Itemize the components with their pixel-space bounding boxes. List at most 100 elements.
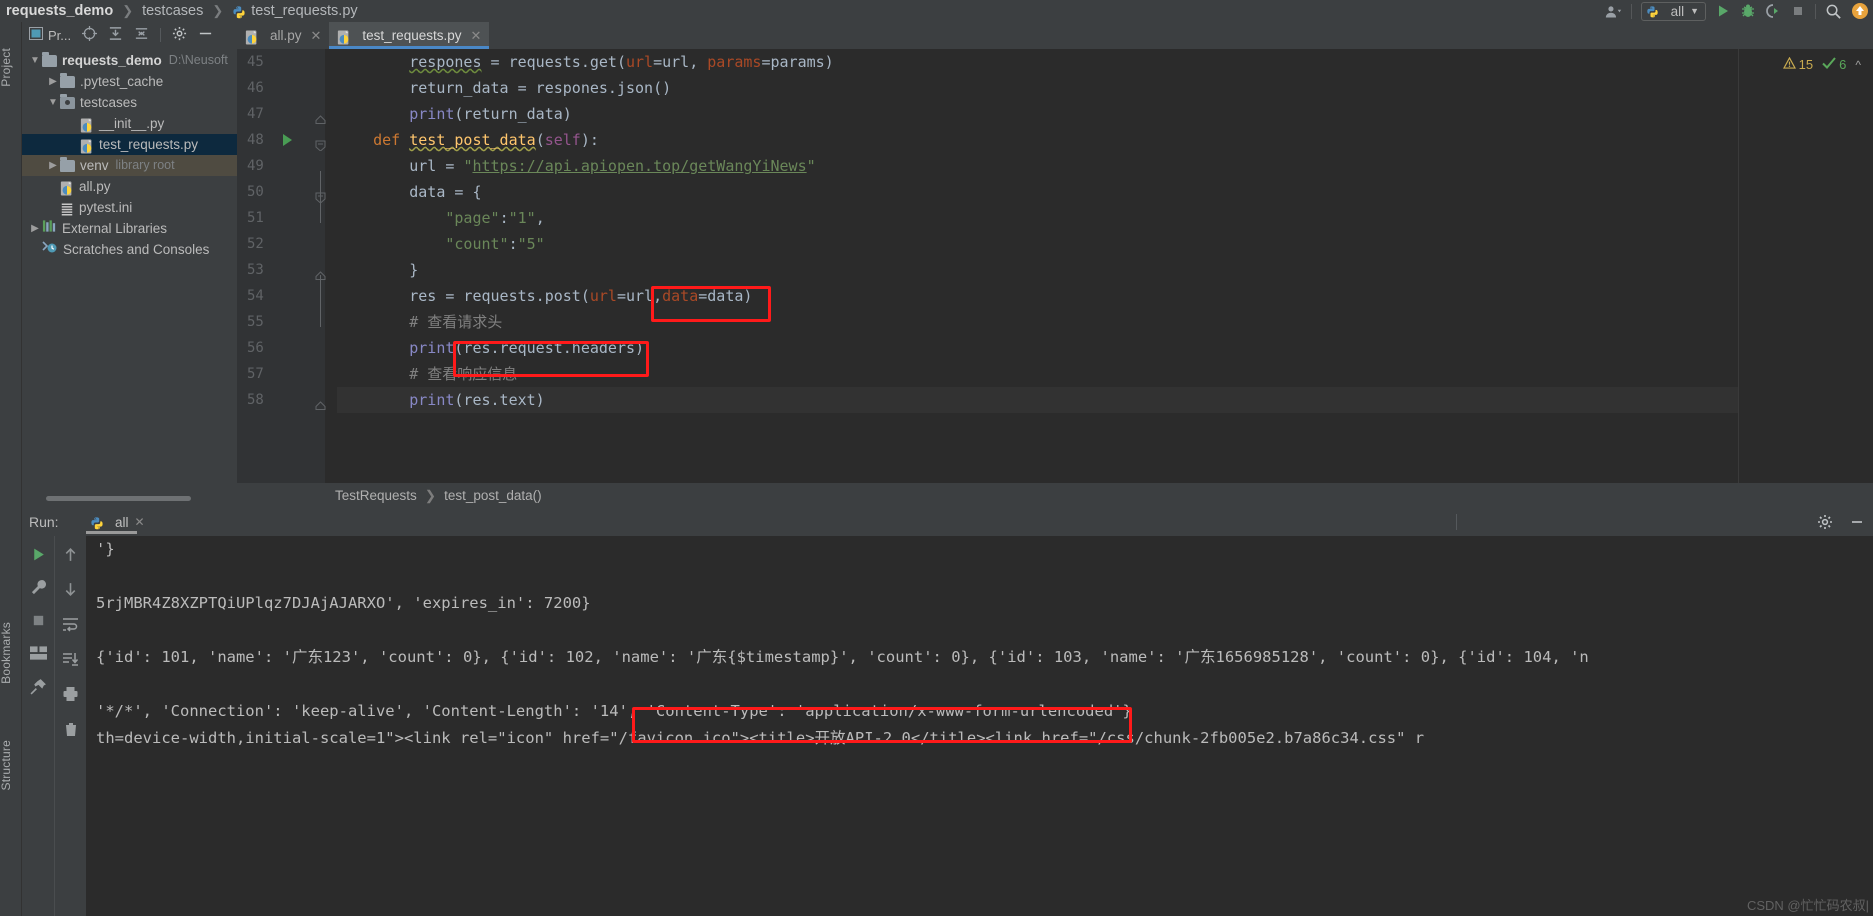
settings-wrench-icon[interactable] [28, 577, 48, 597]
run-icon[interactable] [1715, 3, 1731, 19]
hide-panel-icon[interactable] [198, 26, 213, 44]
scroll-down-icon[interactable] [61, 579, 81, 599]
chevron-down-icon[interactable]: ▼ [46, 92, 60, 113]
editor-breadcrumb: TestRequests ❯ test_post_data() [237, 483, 1873, 508]
hide-panel-icon[interactable] [1847, 512, 1867, 532]
tree-row[interactable]: ▶ External Libraries [22, 218, 237, 239]
divider [1815, 3, 1816, 19]
run-toolbar-primary [22, 536, 54, 916]
breadcrumb-folder[interactable]: testcases [142, 3, 203, 19]
clear-all-icon[interactable] [61, 719, 81, 739]
layout-icon[interactable] [28, 643, 48, 663]
chevron-down-icon[interactable]: ▼ [28, 50, 42, 71]
search-icon[interactable] [1825, 3, 1842, 20]
code-line-46: return_data = respones.json() [337, 79, 672, 97]
tree-item-path: D:\Neusoft [168, 53, 228, 67]
tree-row[interactable]: ▼ requests_demo D:\Neusoft [22, 50, 237, 71]
user-avatar-icon[interactable] [1605, 4, 1622, 19]
code-line-54: res = requests.post(url=url,data=data) [337, 287, 753, 305]
editor-inspection-pane: 15 6 ^ [1738, 49, 1873, 483]
chevron-right-icon[interactable]: ▶ [28, 218, 42, 239]
warning-count[interactable]: 15 [1782, 56, 1813, 72]
breadcrumb-file[interactable]: test_requests.py [251, 3, 357, 19]
soft-wrap-icon[interactable] [61, 614, 81, 634]
check-count[interactable]: 6 [1822, 57, 1846, 72]
run-test-gutter-icon[interactable] [283, 134, 292, 146]
tree-row[interactable]: all.py [22, 176, 237, 197]
pin-icon[interactable] [28, 676, 48, 696]
expand-all-icon[interactable] [108, 26, 123, 44]
editor-gutter[interactable]: 45 46 47 48 49 50 51 52 53 54 55 56 57 5… [237, 49, 326, 483]
line-number: 54 [247, 288, 264, 304]
breadcrumb-method[interactable]: test_post_data() [444, 488, 542, 503]
gear-icon[interactable] [172, 26, 187, 44]
close-icon[interactable]: ✕ [311, 28, 322, 44]
tree-row[interactable]: __init__.py [22, 113, 237, 134]
python-file-icon [60, 181, 74, 197]
ini-file-icon [60, 202, 74, 218]
line-number: 55 [247, 314, 264, 330]
breadcrumb-separator-icon: ❯ [212, 3, 224, 18]
chevron-down-icon[interactable]: ▼ [1690, 6, 1699, 16]
watermark: CSDN @忙忙码农叔| [1746, 898, 1869, 913]
project-tool-window: Pr... ▼ requests_demo D:\Neusoft ▶ .pyte… [22, 22, 237, 508]
sidebar-tab-structure[interactable]: Structure [0, 740, 21, 791]
run-configuration-selector[interactable]: all ▼ [1640, 1, 1706, 21]
sidebar-tab-bookmarks[interactable]: Bookmarks [0, 622, 21, 684]
chevron-right-icon[interactable]: ▶ [46, 155, 60, 176]
rerun-icon[interactable] [28, 544, 48, 564]
code-line-56: print(res.request.headers) [409, 339, 645, 357]
console-line: '} [96, 540, 115, 558]
tree-item-label: requests_demo [62, 53, 162, 68]
update-icon[interactable] [1851, 2, 1869, 20]
inspection-widget[interactable]: 15 6 ^ [1782, 56, 1861, 72]
tree-row[interactable]: ▶ .pytest_cache [22, 71, 237, 92]
code-editor[interactable]: 45 46 47 48 49 50 51 52 53 54 55 56 57 5… [237, 49, 1873, 483]
editor-code-area[interactable]: respones = requests.get(url=url, params=… [325, 49, 1873, 483]
tree-row[interactable]: Scratches and Consoles [22, 239, 237, 260]
close-icon[interactable]: ✕ [470, 28, 481, 44]
titlebar: requests_demo ❯ testcases ❯ test_request… [0, 0, 1873, 22]
project-panel-title-group[interactable]: Pr... [29, 27, 71, 43]
editor-tab-label: all.py [270, 28, 302, 43]
tree-row[interactable]: pytest.ini [22, 197, 237, 218]
print-icon[interactable] [61, 684, 81, 704]
scroll-to-end-icon[interactable] [61, 649, 81, 669]
tree-item-label: pytest.ini [79, 200, 133, 215]
check-icon [1822, 57, 1836, 72]
debug-icon[interactable] [1740, 3, 1756, 19]
stop-icon[interactable] [1790, 3, 1806, 19]
code-line-55: # 查看请求头 [409, 313, 503, 331]
run-config-label: all [1670, 3, 1685, 19]
line-number: 51 [247, 210, 264, 226]
project-tree: ▼ requests_demo D:\Neusoft ▶ .pytest_cac… [22, 48, 237, 260]
tree-row[interactable]: ▶ venv library root [22, 155, 237, 176]
editor-tab-all[interactable]: all.py ✕ [237, 22, 329, 49]
editor-tab-test-requests[interactable]: test_requests.py ✕ [329, 22, 490, 49]
stop-icon[interactable] [28, 610, 48, 630]
code-line-48: def test_post_data(self): [373, 131, 599, 149]
collapse-all-icon[interactable] [134, 26, 149, 44]
tree-item-label: testcases [80, 95, 138, 110]
editor-tab-bar: all.py ✕ test_requests.py ✕ [237, 22, 1873, 49]
coverage-icon[interactable] [1765, 3, 1781, 19]
chevron-right-icon[interactable]: ▶ [46, 71, 60, 92]
tree-row[interactable]: ▼ testcases [22, 92, 237, 113]
locate-file-icon[interactable] [82, 26, 98, 44]
line-number: 46 [247, 80, 264, 96]
tree-item-label: all.py [79, 179, 111, 194]
scroll-up-icon[interactable] [61, 544, 81, 564]
code-line-45: respones = requests.get(url=url, params=… [409, 53, 834, 71]
run-tab-all[interactable]: all ✕ [84, 508, 151, 536]
check-count-label: 6 [1839, 57, 1847, 72]
breadcrumb-project[interactable]: requests_demo [6, 3, 113, 19]
pycharm-ide-window: requests_demo ❯ testcases ❯ test_request… [0, 0, 1873, 916]
breadcrumb-class[interactable]: TestRequests [335, 488, 417, 503]
tree-row-selected[interactable]: test_requests.py [22, 134, 237, 155]
sidebar-tab-project[interactable]: Project [0, 48, 21, 87]
gear-icon[interactable] [1815, 512, 1835, 532]
run-console-output[interactable]: '} 5rjMBR4Z8XZPTQiUPlqz7DJAjAJARXO', 'ex… [86, 536, 1873, 916]
close-icon[interactable]: ✕ [135, 515, 145, 529]
project-horizontal-scrollbar[interactable] [46, 496, 191, 501]
chevron-up-icon[interactable]: ^ [1855, 58, 1861, 72]
